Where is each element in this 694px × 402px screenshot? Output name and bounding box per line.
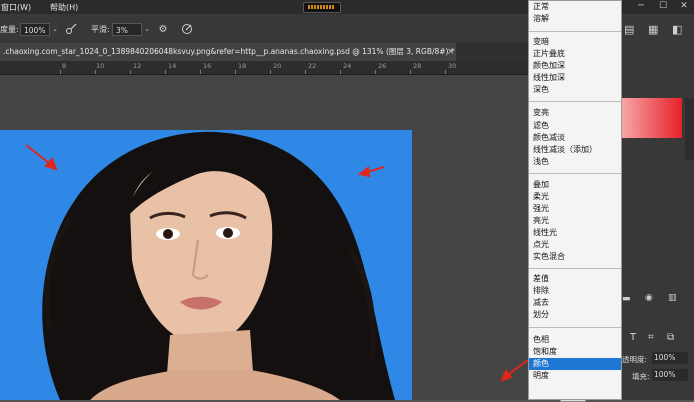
blend-mode-option[interactable]: 颜色加深 (533, 60, 565, 72)
blend-mode-option[interactable]: 滤色 (533, 120, 549, 132)
shape-layer-icon[interactable]: ⌗ (648, 332, 660, 344)
ruler-tick-label: 16 (203, 62, 212, 70)
blend-mode-option[interactable]: 色相 (533, 334, 549, 346)
blend-mode-option[interactable]: 正片叠底 (533, 48, 565, 60)
blend-mode-option[interactable]: 明度 (533, 370, 549, 382)
smoothing-field[interactable]: 3% (112, 23, 142, 36)
blend-mode-option[interactable]: 柔光 (533, 191, 549, 203)
blend-mode-option[interactable]: 颜色减淡 (533, 132, 565, 144)
canvas-area[interactable] (0, 75, 530, 400)
layer-opacity-label: 透明度: (622, 355, 648, 364)
document-tab[interactable]: .chaoxing.com_star_1024_0_1389840206048k… (0, 43, 456, 61)
close-window-button[interactable]: ✕ (677, 1, 691, 12)
ruler-tick-label: 14 (168, 62, 177, 70)
layer-fill-field[interactable]: 100% (652, 369, 688, 381)
maximize-button[interactable]: ☐ (656, 1, 670, 12)
ruler-tick-label: 20 (273, 62, 282, 70)
layer-opacity-field[interactable]: 100% (652, 352, 688, 364)
blend-mode-option[interactable]: 饱和度 (533, 346, 557, 358)
blend-mode-option[interactable]: 线性加深 (533, 72, 565, 84)
blend-mode-option-selected[interactable]: 颜色 (529, 358, 621, 370)
opacity-field[interactable]: 100% (20, 23, 50, 36)
blend-mode-option[interactable]: 变亮 (533, 107, 549, 119)
menu-window[interactable]: 窗口(W) (1, 2, 31, 13)
blend-mode-option[interactable]: 浅色 (533, 156, 549, 168)
blend-mode-option[interactable]: 排除 (533, 285, 549, 297)
ruler-tick-label: 8 (62, 62, 67, 70)
menu-help[interactable]: 帮助(H) (50, 2, 78, 13)
chevron-down-icon[interactable]: ⌄ (50, 23, 60, 36)
chevron-down-icon[interactable]: ⌄ (142, 23, 152, 36)
blend-mode-option[interactable]: 划分 (533, 309, 549, 321)
ruler-tick-label: 24 (343, 62, 352, 70)
blend-mode-option[interactable]: 正常 (533, 1, 549, 13)
artboard-icon[interactable]: ⧉ (667, 332, 679, 344)
ruler-tick-label: 28 (413, 62, 422, 70)
progress-indicator (303, 2, 341, 13)
color-swatch[interactable] (622, 98, 682, 138)
ruler-tick-label: 26 (378, 62, 387, 70)
blend-mode-dropdown[interactable]: 正常 溶解 变暗 正片叠底 颜色加深 线性加深 深色 变亮 滤色 颜色减淡 线性… (528, 0, 622, 400)
blend-mode-option[interactable]: 线性光 (533, 227, 557, 239)
ruler-tick-label: 10 (96, 62, 105, 70)
panel-icon-c[interactable]: ◧ (672, 23, 686, 37)
ruler-tick-label: 18 (238, 62, 247, 70)
folder-icon[interactable]: ▬ (622, 294, 634, 304)
type-layer-icon[interactable]: T (630, 332, 642, 344)
layer-fill-label: 填充: (632, 372, 650, 381)
annotation-arrows (25, 144, 529, 382)
ruler-tick-label: 12 (133, 62, 142, 70)
minimize-button[interactable]: ─ (634, 1, 648, 12)
blend-mode-option[interactable]: 溶解 (533, 13, 549, 25)
blend-mode-option[interactable]: 亮光 (533, 215, 549, 227)
trash-icon[interactable]: ▥ (668, 293, 680, 303)
blend-mode-option[interactable]: 变暗 (533, 36, 549, 48)
ruler-tick-label: 30 (448, 62, 457, 70)
horizontal-ruler: 8 10 12 14 16 18 20 22 24 26 28 30 (0, 61, 530, 75)
document-tab-bar: .chaoxing.com_star_1024_0_1389840206048k… (0, 43, 530, 61)
blend-mode-option[interactable]: 点光 (533, 239, 549, 251)
panel-icon-a[interactable]: ▤ (624, 23, 638, 37)
gear-icon[interactable]: ⚙ (156, 23, 170, 36)
pressure-opacity-icon[interactable] (64, 23, 78, 36)
panel-icon-b[interactable]: ▦ (648, 23, 662, 37)
opacity-label: 度量: (0, 25, 19, 34)
tab-close-icon[interactable]: × (447, 46, 455, 58)
panel-scrollbar[interactable] (685, 98, 694, 160)
document-tab-title: .chaoxing.com_star_1024_0_1389840206048k… (3, 47, 455, 56)
blend-mode-option[interactable]: 差值 (533, 273, 549, 285)
blend-mode-option[interactable]: 线性减淡（添加） (533, 144, 597, 156)
blend-mode-option[interactable]: 减去 (533, 297, 549, 309)
pressure-size-icon[interactable] (180, 23, 194, 36)
smoothing-label: 平滑: (91, 25, 110, 34)
blend-mode-option[interactable]: 实色混合 (533, 251, 565, 263)
blend-mode-option[interactable]: 强光 (533, 203, 549, 215)
camera-icon[interactable]: ◉ (645, 293, 657, 303)
ruler-tick-label: 22 (308, 62, 317, 70)
blend-mode-option[interactable]: 叠加 (533, 179, 549, 191)
blend-mode-option[interactable]: 深色 (533, 84, 549, 96)
